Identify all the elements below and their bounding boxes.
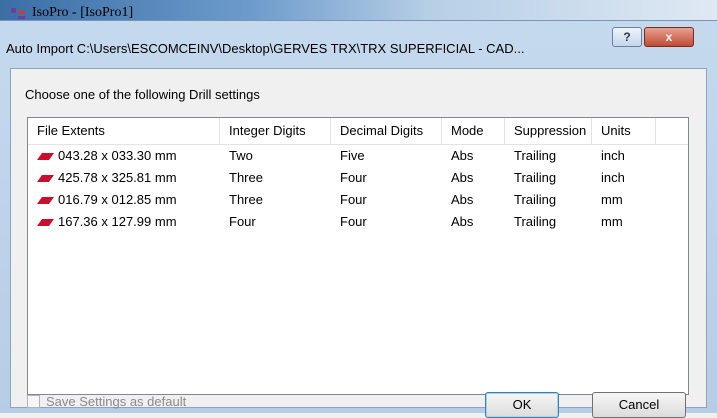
cell-suppression: Trailing bbox=[514, 148, 557, 163]
column-header-filler bbox=[656, 118, 688, 144]
cell-mode: Abs bbox=[451, 170, 474, 185]
cell-units: inch bbox=[601, 148, 625, 163]
cell-suppression: Trailing bbox=[514, 214, 557, 229]
save-default-checkbox[interactable]: Save Settings as default bbox=[27, 394, 186, 409]
list-item[interactable]: 167.36 x 127.99 mm Four Four Abs Trailin… bbox=[28, 211, 688, 233]
column-header-mode[interactable]: Mode bbox=[442, 118, 505, 144]
cell-suppression: Trailing bbox=[514, 192, 557, 207]
cell-extents: 016.79 x 012.85 mm bbox=[28, 189, 177, 211]
layer-icon bbox=[37, 197, 54, 205]
auto-import-dialog: Auto Import C:\Users\ESCOMCEINV\Desktop\… bbox=[0, 20, 717, 418]
save-default-label: Save Settings as default bbox=[46, 394, 187, 409]
list-item[interactable]: 043.28 x 033.30 mm Two Five Abs Trailing… bbox=[28, 145, 688, 167]
list-header: File Extents Integer Digits Decimal Digi… bbox=[28, 118, 688, 145]
layer-icon bbox=[37, 153, 54, 161]
cell-decimal-digits: Four bbox=[340, 170, 367, 185]
column-header-decimal-digits[interactable]: Decimal Digits bbox=[331, 118, 442, 144]
cell-decimal-digits: Four bbox=[340, 192, 367, 207]
dialog-title: Auto Import C:\Users\ESCOMCEINV\Desktop\… bbox=[6, 41, 525, 56]
extents-text: 043.28 x 033.30 mm bbox=[58, 148, 177, 163]
cell-units: inch bbox=[601, 170, 625, 185]
close-icon: x bbox=[665, 30, 673, 44]
drill-settings-list[interactable]: File Extents Integer Digits Decimal Digi… bbox=[27, 117, 689, 395]
column-header-file-extents[interactable]: File Extents bbox=[28, 118, 220, 144]
column-header-units[interactable]: Units bbox=[592, 118, 656, 144]
cell-decimal-digits: Five bbox=[340, 148, 365, 163]
help-button[interactable]: ? bbox=[612, 27, 642, 47]
cell-extents: 167.36 x 127.99 mm bbox=[28, 211, 177, 233]
cell-decimal-digits: Four bbox=[340, 214, 367, 229]
cell-mode: Abs bbox=[451, 148, 474, 163]
extents-text: 167.36 x 127.99 mm bbox=[58, 214, 177, 229]
cell-extents: 425.78 x 325.81 mm bbox=[28, 167, 177, 189]
layer-icon bbox=[37, 175, 54, 183]
cell-units: mm bbox=[601, 192, 623, 207]
list-item[interactable]: 425.78 x 325.81 mm Three Four Abs Traili… bbox=[28, 167, 688, 189]
ok-button[interactable]: OK bbox=[485, 392, 559, 418]
column-header-suppression[interactable]: Suppression bbox=[505, 118, 592, 144]
cell-integer-digits: Three bbox=[229, 170, 263, 185]
cell-mode: Abs bbox=[451, 192, 474, 207]
extents-text: 016.79 x 012.85 mm bbox=[58, 192, 177, 207]
cell-suppression: Trailing bbox=[514, 170, 557, 185]
cell-units: mm bbox=[601, 214, 623, 229]
cancel-button[interactable]: Cancel bbox=[592, 392, 686, 418]
layer-icon bbox=[37, 219, 54, 227]
cell-extents: 043.28 x 033.30 mm bbox=[28, 145, 177, 167]
extents-text: 425.78 x 325.81 mm bbox=[58, 170, 177, 185]
list-item[interactable]: 016.79 x 012.85 mm Three Four Abs Traili… bbox=[28, 189, 688, 211]
column-header-integer-digits[interactable]: Integer Digits bbox=[220, 118, 331, 144]
cell-mode: Abs bbox=[451, 214, 474, 229]
cell-integer-digits: Two bbox=[229, 148, 253, 163]
cell-integer-digits: Three bbox=[229, 192, 263, 207]
app-title: IsoPro - [IsoPro1] bbox=[32, 5, 134, 20]
dialog-prompt: Choose one of the following Drill settin… bbox=[25, 87, 260, 102]
cell-integer-digits: Four bbox=[229, 214, 256, 229]
close-button[interactable]: x bbox=[644, 27, 694, 47]
checkbox-box[interactable] bbox=[27, 395, 40, 408]
dialog-client-area: Choose one of the following Drill settin… bbox=[10, 68, 707, 418]
